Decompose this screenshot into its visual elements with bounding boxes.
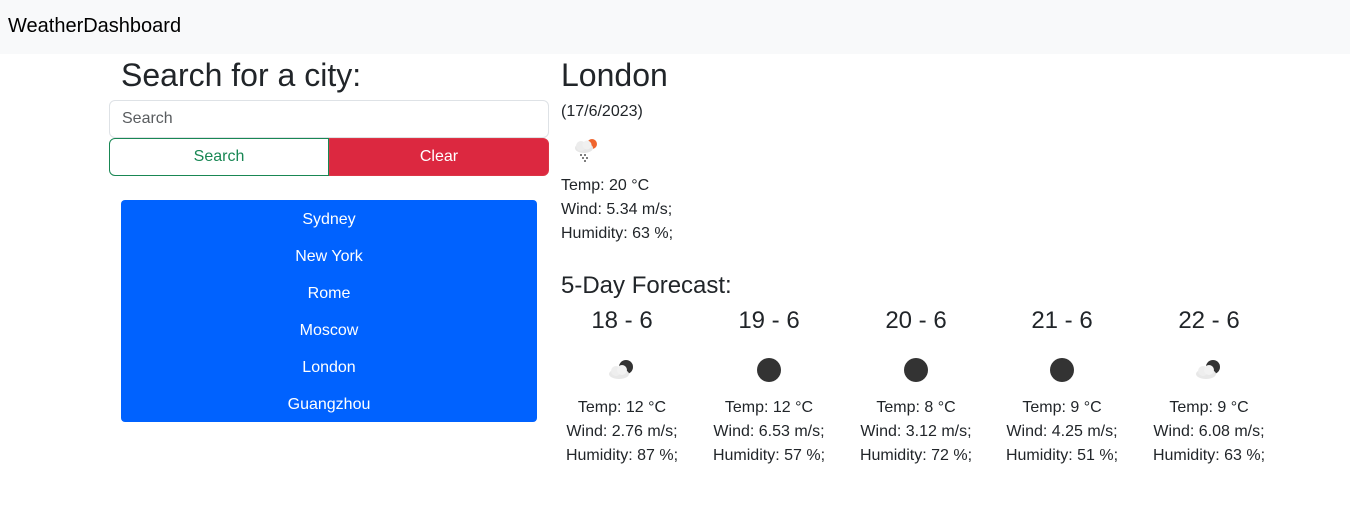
history-item-rome[interactable]: Rome — [121, 275, 537, 312]
forecast-wind: Wind: 4.25 m/s; — [1006, 423, 1118, 440]
forecast-day-card: 19 - 6 Temp: 12 °C Wind: 6.53 m/s; Humid… — [696, 306, 842, 468]
forecast-date: 21 - 6 — [1031, 307, 1093, 334]
history-item-london[interactable]: London — [121, 349, 537, 386]
current-wind: Wind: 5.34 m/s; — [561, 201, 673, 218]
forecast-date: 20 - 6 — [885, 307, 947, 334]
partly-cloudy-night-icon — [1196, 360, 1220, 379]
search-button[interactable]: Search — [109, 138, 329, 176]
forecast-date: 18 - 6 — [591, 307, 653, 334]
forecast-wind: Wind: 2.76 m/s; — [566, 423, 678, 440]
forecast-humidity: Humidity: 63 %; — [1152, 447, 1266, 464]
history-item-guangzhou[interactable]: Guangzhou — [121, 386, 537, 423]
clear-button[interactable]: Clear — [329, 138, 549, 176]
current-temp: Temp: 20 °C — [561, 177, 650, 194]
partly-cloudy-night-icon — [609, 360, 633, 379]
forecast-temp: Temp: 12 °C — [577, 399, 667, 416]
forecast-temp: Temp: 12 °C — [724, 399, 814, 416]
brand-title[interactable]: WeatherDashboard — [8, 14, 181, 38]
forecast-date: 22 - 6 — [1178, 307, 1240, 334]
clear-night-icon — [1050, 358, 1074, 382]
current-date: (17/6/2023) — [561, 103, 643, 120]
forecast-day-card: 21 - 6 Temp: 9 °C Wind: 4.25 m/s; Humidi… — [989, 306, 1135, 468]
history-item-moscow[interactable]: Moscow — [121, 312, 537, 349]
history-item-new-york[interactable]: New York — [121, 238, 537, 275]
forecast-day-card: 22 - 6 Temp: 9 °C Wind: 6.08 m/s; Humidi… — [1136, 306, 1282, 468]
forecast-day-card: 18 - 6 Temp: 12 °C Wind: 2.76 m/s; Humid… — [549, 306, 695, 468]
forecast-temp: Temp: 9 °C — [1022, 399, 1102, 416]
current-city-name: London — [561, 57, 668, 93]
forecast-wind: Wind: 3.12 m/s; — [860, 423, 972, 440]
forecast-temp: Temp: 8 °C — [876, 399, 956, 416]
forecast-humidity: Humidity: 72 %; — [859, 447, 973, 464]
light-snow-sun-icon — [575, 139, 597, 162]
forecast-heading: 5-Day Forecast: — [561, 272, 732, 299]
clear-night-icon — [904, 358, 928, 382]
forecast-humidity: Humidity: 87 %; — [565, 447, 679, 464]
search-history-list: Sydney New York Rome Moscow London Guang… — [121, 200, 537, 422]
forecast-humidity: Humidity: 57 %; — [712, 447, 826, 464]
forecast-humidity: Humidity: 51 %; — [1005, 447, 1119, 464]
forecast-date: 19 - 6 — [738, 307, 800, 334]
search-heading: Search for a city: — [121, 57, 362, 93]
forecast-day-card: 20 - 6 Temp: 8 °C Wind: 3.12 m/s; Humidi… — [843, 306, 989, 468]
forecast-wind: Wind: 6.08 m/s; — [1153, 423, 1265, 440]
search-input[interactable] — [109, 100, 549, 138]
forecast-temp: Temp: 9 °C — [1169, 399, 1249, 416]
current-humidity: Humidity: 63 %; — [561, 225, 674, 242]
clear-night-icon — [757, 358, 781, 382]
forecast-wind: Wind: 6.53 m/s; — [713, 423, 825, 440]
navbar: WeatherDashboard — [0, 0, 1350, 54]
history-item-sydney[interactable]: Sydney — [121, 201, 537, 238]
